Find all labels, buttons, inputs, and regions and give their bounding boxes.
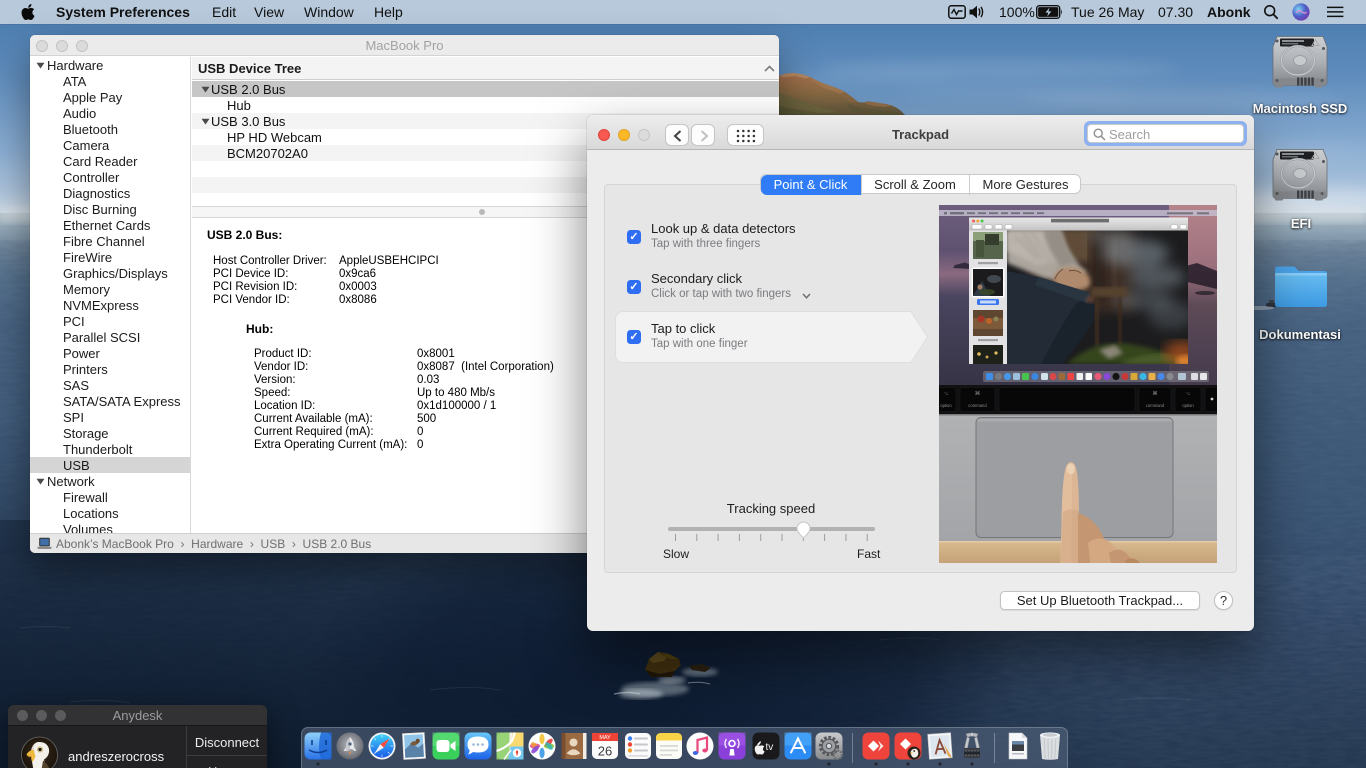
svg-text:⌘: ⌘ <box>975 390 981 397</box>
svg-text:option: option <box>940 403 952 408</box>
svg-text:26: 26 <box>598 744 612 759</box>
svg-text:option: option <box>1182 403 1194 408</box>
svg-text:⌘: ⌘ <box>1152 390 1158 397</box>
svg-text:⌥: ⌥ <box>944 391 949 396</box>
svg-text:command: command <box>968 403 987 408</box>
svg-text:tv: tv <box>766 742 774 753</box>
svg-text:command: command <box>1146 403 1165 408</box>
svg-text:⌥: ⌥ <box>1186 391 1191 396</box>
svg-text:MAY: MAY <box>599 735 611 741</box>
